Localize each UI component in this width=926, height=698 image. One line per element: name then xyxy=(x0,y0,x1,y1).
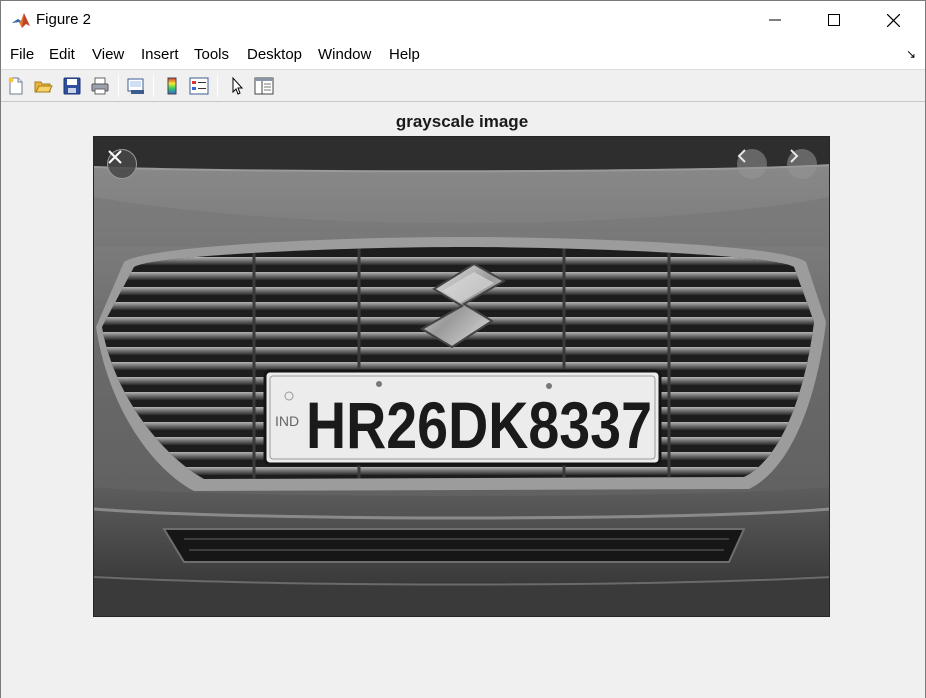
menu-help[interactable]: Help xyxy=(389,46,420,63)
colorbar-button[interactable] xyxy=(160,74,184,98)
menu-tools[interactable]: Tools xyxy=(194,46,229,63)
plate-country-code: IND xyxy=(275,413,299,429)
toolbar-separator xyxy=(217,75,218,97)
plate-number: HR26DK8337 xyxy=(306,388,652,462)
property-inspector-icon xyxy=(254,77,274,95)
link-plot-icon xyxy=(127,78,144,94)
figure-toolbar xyxy=(1,70,925,102)
save-button[interactable] xyxy=(60,74,84,98)
window-title: Figure 2 xyxy=(36,11,92,28)
link-plot-button[interactable] xyxy=(124,74,148,98)
axes-title: grayscale image xyxy=(395,112,529,131)
toolbar-separator xyxy=(153,75,154,97)
save-icon xyxy=(63,77,81,95)
menu-view[interactable]: View xyxy=(92,46,124,63)
property-inspector-button[interactable] xyxy=(252,74,276,98)
menu-window[interactable]: Window xyxy=(318,46,371,63)
image-axes[interactable]: IND HR26DK8337 xyxy=(93,136,830,617)
image-previous-button[interactable] xyxy=(737,149,767,179)
pointer-icon xyxy=(232,76,244,95)
open-file-icon xyxy=(34,81,53,93)
close-icon xyxy=(886,13,900,27)
new-figure-icon xyxy=(8,77,23,95)
minimize-icon xyxy=(769,19,781,21)
close-button[interactable] xyxy=(864,1,922,39)
figure-canvas: grayscale image IND HR26DK8337 xyxy=(1,102,925,698)
menu-desktop[interactable]: Desktop xyxy=(247,46,302,63)
toolbar-separator xyxy=(118,75,119,97)
pointer-button[interactable] xyxy=(225,74,249,98)
open-file-button[interactable] xyxy=(31,74,55,98)
chevron-left-icon xyxy=(737,149,746,163)
colorbar-icon xyxy=(167,77,177,95)
minimize-button[interactable] xyxy=(746,1,804,39)
maximize-icon xyxy=(828,14,840,26)
dock-arrow-icon[interactable]: ↘ xyxy=(906,47,916,61)
new-figure-button[interactable] xyxy=(4,74,28,98)
matlab-figure-window: Figure 2 File Edit View Insert Tools Des… xyxy=(0,0,926,698)
grayscale-car-image: IND HR26DK8337 xyxy=(94,137,829,616)
image-close-button[interactable] xyxy=(107,149,137,179)
chevron-right-icon xyxy=(790,149,799,163)
menu-bar: File Edit View Insert Tools Desktop Wind… xyxy=(1,39,925,70)
legend-icon xyxy=(189,77,209,95)
legend-button[interactable] xyxy=(187,74,211,98)
print-icon xyxy=(91,77,109,95)
menu-insert[interactable]: Insert xyxy=(141,46,179,63)
menu-file[interactable]: File xyxy=(10,46,34,63)
matlab-logo-icon xyxy=(11,10,31,30)
maximize-button[interactable] xyxy=(805,1,863,39)
image-next-button[interactable] xyxy=(787,149,817,179)
title-bar[interactable]: Figure 2 xyxy=(1,1,925,39)
close-icon xyxy=(108,150,122,164)
menu-edit[interactable]: Edit xyxy=(49,46,75,63)
print-button[interactable] xyxy=(88,74,112,98)
